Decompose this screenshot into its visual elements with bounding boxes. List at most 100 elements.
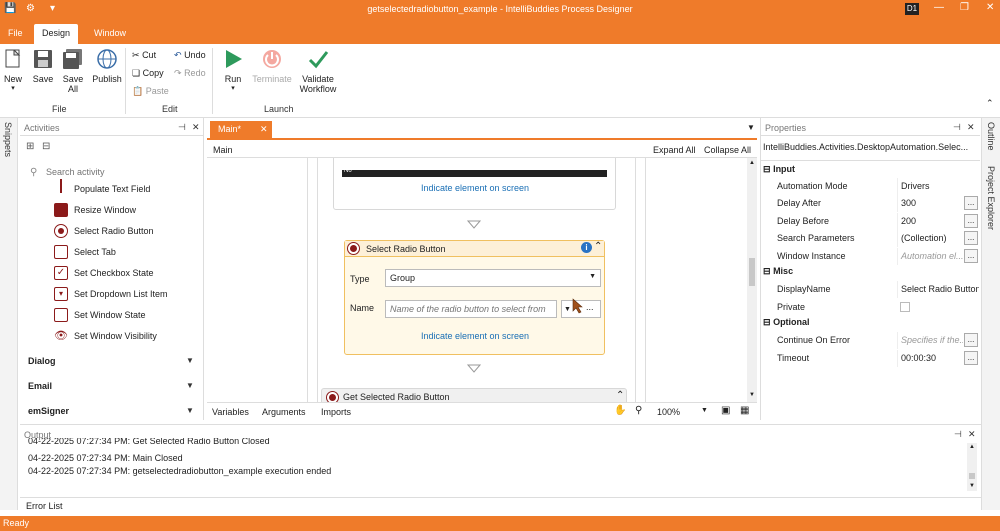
error-list-tab[interactable]: Error List — [26, 501, 63, 511]
expand-all-tree-icon[interactable]: ⊞ — [26, 141, 34, 152]
overview-map-icon[interactable]: ▦ — [740, 405, 749, 416]
maximize-button[interactable]: ❐ — [960, 2, 969, 13]
zoom-icon[interactable]: ⚲ — [635, 405, 642, 416]
property-category-misc[interactable]: ⊟ Misc — [763, 266, 980, 282]
property-value[interactable]: (Collection) — [897, 230, 963, 247]
menu-tab-file[interactable]: File — [0, 24, 31, 44]
imports-tab[interactable]: Imports — [321, 407, 351, 417]
pin-icon[interactable]: ⊣ — [178, 122, 186, 133]
arguments-tab[interactable]: Arguments — [262, 407, 306, 417]
breadcrumb[interactable]: Main — [213, 145, 233, 155]
run-button[interactable]: Run ▾ — [219, 48, 247, 92]
menu-tab-window[interactable]: Window — [86, 24, 134, 44]
property-row-timeout[interactable]: Timeout 00:00:30... — [761, 350, 980, 367]
close-window-button[interactable]: ✕ — [986, 2, 994, 13]
ellipsis-button[interactable]: ... — [964, 231, 978, 245]
new-button[interactable]: New ▾ — [2, 48, 24, 92]
user-badge[interactable]: D1 — [905, 3, 919, 15]
ellipsis-button[interactable]: ... — [964, 214, 978, 228]
previous-activity-card[interactable]: No Indicate element on screen — [333, 158, 616, 210]
property-row-private[interactable]: Private — [761, 299, 980, 316]
category-emsigner[interactable]: emSigner — [28, 406, 69, 416]
private-checkbox[interactable] — [900, 302, 910, 312]
minimize-button[interactable]: — — [934, 2, 944, 13]
property-row-automation-mode[interactable]: Automation Mode Drivers — [761, 178, 980, 195]
tab-main[interactable]: Main* ✕ — [210, 121, 272, 140]
property-row-displayname[interactable]: DisplayName Select Radio Button — [761, 281, 980, 298]
radio-button-name-input[interactable] — [385, 300, 557, 318]
scroll-thumb[interactable] — [749, 258, 755, 286]
property-row-window-instance[interactable]: Window Instance Automation el...... — [761, 248, 980, 265]
collapse-all-tree-icon[interactable]: ⊟ — [42, 141, 50, 152]
scroll-down-icon[interactable]: ▼ — [749, 392, 755, 398]
zoom-dropdown-icon[interactable]: ▼ — [701, 407, 708, 414]
zoom-level[interactable]: 100% — [657, 407, 680, 417]
search-activity-input[interactable] — [46, 165, 196, 179]
redo-button[interactable]: ↷ Redo — [174, 68, 206, 79]
type-dropdown[interactable]: Group ▼ — [385, 269, 601, 287]
indicate-element-link[interactable]: Indicate element on screen — [421, 331, 529, 341]
tab-list-dropdown-icon[interactable]: ▼ — [747, 123, 755, 132]
chevron-down-icon[interactable]: ▼ — [186, 356, 194, 365]
indicate-element-link[interactable]: Indicate element on screen — [421, 183, 529, 193]
expand-all-link[interactable]: Expand All — [653, 145, 696, 155]
publish-button[interactable]: Publish — [91, 48, 123, 84]
ellipsis-button[interactable]: ... — [964, 196, 978, 210]
terminate-button[interactable]: Terminate — [250, 48, 294, 84]
collapse-ribbon-icon[interactable]: ⌃ — [986, 98, 994, 109]
outline-tab[interactable]: Outline — [986, 122, 996, 151]
property-value[interactable]: 200 — [897, 213, 963, 230]
save-button[interactable]: Save — [31, 48, 55, 84]
collapse-activity-icon[interactable]: ⌃ — [616, 390, 624, 401]
collapse-box-icon: ⊟ — [763, 164, 771, 174]
property-value[interactable]: Specifies if the... — [897, 332, 963, 349]
property-category-optional[interactable]: ⊟ Optional — [763, 317, 980, 333]
validate-workflow-button[interactable]: Validate Workflow — [296, 48, 340, 94]
menu-tab-design[interactable]: Design — [34, 24, 79, 44]
select-radio-button-activity[interactable]: Select Radio Button i ⌃ Type Group ▼ Nam… — [344, 240, 605, 355]
property-value[interactable]: Drivers — [897, 178, 963, 195]
paste-button[interactable]: 📋 Paste — [132, 86, 169, 97]
copy-button[interactable]: ❏ Copy — [132, 68, 164, 79]
get-selected-radio-button-activity[interactable]: Get Selected Radio Button ⌃ — [321, 388, 627, 402]
pan-hand-icon[interactable]: ✋ — [614, 405, 626, 416]
close-tab-icon[interactable]: ✕ — [260, 124, 268, 135]
save-all-button[interactable]: Save All — [59, 48, 87, 94]
scroll-down-icon[interactable]: ▼ — [969, 483, 975, 489]
property-row-delay-before[interactable]: Delay Before 200... — [761, 213, 980, 230]
property-value[interactable]: Automation el... — [897, 248, 963, 265]
chevron-down-icon[interactable]: ▼ — [186, 406, 194, 415]
pin-icon[interactable]: ⊣ — [953, 122, 961, 133]
property-row-continue-on-error[interactable]: Continue On Error Specifies if the...... — [761, 332, 980, 349]
property-row-delay-after[interactable]: Delay After 300... — [761, 195, 980, 212]
category-email[interactable]: Email — [28, 381, 52, 391]
undo-button[interactable]: ↶ Undo — [174, 50, 206, 61]
category-dialog[interactable]: Dialog — [28, 356, 56, 366]
ellipsis-button[interactable]: ... — [964, 351, 978, 365]
scroll-thumb[interactable] — [969, 473, 975, 479]
collapse-all-link[interactable]: Collapse All — [704, 145, 751, 155]
chevron-down-icon[interactable]: ▼ — [186, 381, 194, 390]
ellipsis-button[interactable]: ... — [964, 333, 978, 347]
ellipsis-button[interactable]: ... — [964, 249, 978, 263]
close-panel-icon[interactable]: ✕ — [968, 429, 976, 440]
fit-to-screen-icon[interactable]: ▣ — [721, 405, 730, 416]
scroll-up-icon[interactable]: ▲ — [969, 444, 975, 450]
designer-vertical-scrollbar[interactable]: ▲ ▼ — [747, 158, 757, 402]
collapse-activity-icon[interactable]: ⌃ — [594, 241, 602, 252]
cut-button[interactable]: ✂ Cut — [132, 50, 156, 61]
project-explorer-tab[interactable]: Project Explorer — [986, 166, 996, 230]
scroll-up-icon[interactable]: ▲ — [749, 160, 755, 166]
close-panel-icon[interactable]: ✕ — [192, 122, 200, 133]
output-vertical-scrollbar[interactable]: ▲ ▼ — [967, 443, 977, 491]
property-row-search-parameters[interactable]: Search Parameters (Collection)... — [761, 230, 980, 247]
designer-canvas[interactable]: No Indicate element on screen Select Rad… — [207, 158, 747, 402]
property-value[interactable]: Select Radio Button — [897, 281, 979, 298]
property-value[interactable]: 300 — [897, 195, 963, 212]
variables-tab[interactable]: Variables — [212, 407, 249, 417]
info-icon[interactable]: i — [581, 242, 592, 253]
snippets-tab[interactable]: Snippets — [3, 122, 13, 157]
pin-icon[interactable]: ⊣ — [954, 429, 962, 440]
property-value[interactable]: 00:00:30 — [897, 350, 963, 367]
close-panel-icon[interactable]: ✕ — [967, 122, 975, 133]
